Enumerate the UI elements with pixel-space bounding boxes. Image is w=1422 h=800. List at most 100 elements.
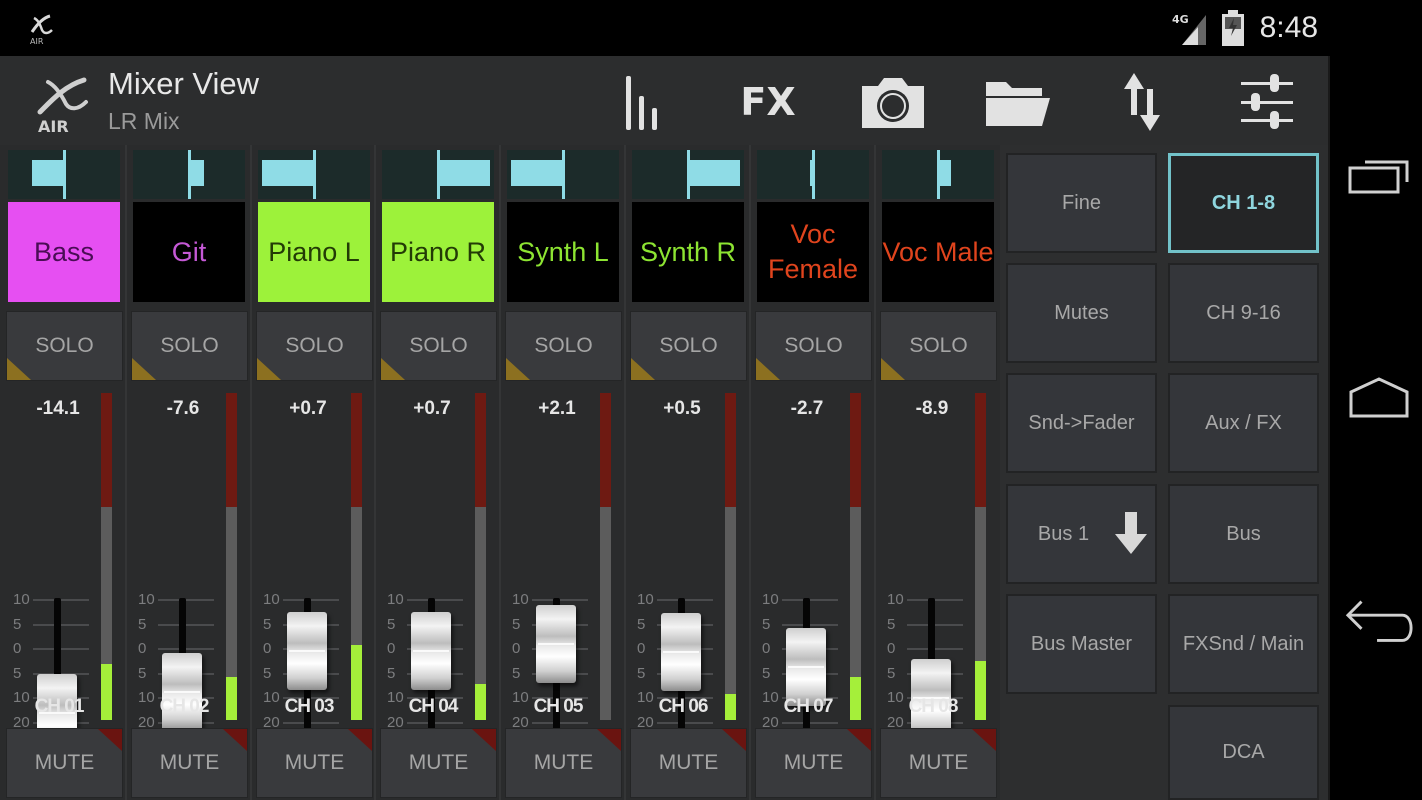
solo-button[interactable]: SOLO — [630, 311, 747, 381]
view-button-bus-1[interactable]: Bus 1 — [1006, 484, 1157, 584]
channel-strip: BassSOLO-14.11050510203050CH 01MUTE — [3, 145, 127, 800]
pan-control[interactable] — [632, 150, 744, 199]
mute-button[interactable]: MUTE — [256, 728, 373, 798]
fader-scale-label: 0 — [887, 640, 896, 658]
solo-indicator — [881, 358, 905, 380]
fx-button[interactable]: FX — [728, 64, 808, 140]
solo-button[interactable]: SOLO — [505, 311, 622, 381]
pan-control[interactable] — [507, 150, 619, 199]
mute-button[interactable]: MUTE — [880, 728, 997, 798]
view-button-fxsnd-main[interactable]: FXSnd / Main — [1168, 594, 1319, 694]
mute-button[interactable]: MUTE — [6, 728, 123, 798]
mute-button[interactable]: MUTE — [505, 728, 622, 798]
recent-apps-button[interactable] — [1344, 146, 1414, 206]
fader-knob[interactable] — [287, 611, 327, 690]
settings-button[interactable] — [1227, 64, 1307, 140]
strip-divider — [624, 145, 626, 800]
solo-button[interactable]: SOLO — [880, 311, 997, 381]
back-button[interactable] — [1344, 592, 1414, 652]
snapshots-button[interactable] — [853, 64, 933, 140]
solo-button[interactable]: SOLO — [755, 311, 872, 381]
fader-scale-label: 0 — [512, 640, 521, 658]
home-button[interactable] — [1344, 368, 1414, 428]
mute-button[interactable]: MUTE — [630, 728, 747, 798]
level-meter — [101, 393, 112, 720]
fader-knob[interactable] — [786, 628, 826, 707]
fader-scale-label: 5 — [138, 664, 147, 682]
fader-scale-tick — [33, 623, 89, 626]
view-button-bus-master[interactable]: Bus Master — [1006, 594, 1157, 694]
channel-id-label: CH 07 — [783, 696, 834, 717]
pan-control[interactable] — [882, 150, 994, 199]
solo-indicator — [381, 358, 405, 380]
fader-scale-label: 5 — [637, 615, 646, 633]
pan-center-line — [937, 150, 940, 199]
solo-label: SOLO — [285, 334, 344, 357]
channel-strip: Git SOLO -7.61050510203050CH 02MUTE — [128, 145, 252, 800]
view-button-label: Fine — [1062, 191, 1101, 214]
channel-name[interactable]: Git — [133, 202, 245, 302]
fader-knob[interactable] — [411, 611, 451, 690]
solo-button[interactable]: SOLO — [6, 311, 123, 381]
channel-name[interactable]: Synth R — [632, 202, 744, 302]
fader-scale-tick — [33, 599, 89, 601]
fader-scale-tick — [532, 599, 588, 601]
fader-scale-tick — [158, 648, 214, 651]
fader-scale-label: 10 — [263, 591, 280, 608]
view-button-dca[interactable]: DCA — [1168, 705, 1319, 800]
solo-button[interactable]: SOLO — [380, 311, 497, 381]
view-button-ch-1-8[interactable]: CH 1-8 — [1168, 153, 1319, 253]
channel-name[interactable]: Bass — [8, 202, 120, 302]
fader-section: -8.91050510203050CH 08 — [877, 388, 1001, 798]
fader-knob[interactable] — [661, 612, 701, 691]
pan-control[interactable] — [133, 150, 245, 199]
solo-button[interactable]: SOLO — [256, 311, 373, 381]
pan-control[interactable] — [757, 150, 869, 199]
mute-button[interactable]: MUTE — [131, 728, 248, 798]
sync-button[interactable] — [1102, 64, 1182, 140]
pan-indicator — [511, 160, 563, 186]
recent-apps-icon — [1348, 160, 1409, 194]
channel-name[interactable]: Piano R — [382, 202, 494, 302]
solo-button[interactable]: SOLO — [131, 311, 248, 381]
channel-name[interactable]: Synth L — [507, 202, 619, 302]
meter-level-fill — [475, 684, 486, 720]
view-button-snd-fader[interactable]: Snd->Fader — [1006, 373, 1157, 473]
level-meter — [725, 393, 736, 720]
x-air-logo[interactable]: AIR — [34, 68, 94, 134]
fader-scale-label: 5 — [887, 615, 896, 633]
fader-scale-tick — [158, 599, 214, 601]
files-button[interactable] — [978, 64, 1058, 140]
channel-name[interactable]: Piano L — [258, 202, 370, 302]
fader-scale-tick — [907, 648, 963, 651]
view-button-label: Bus — [1226, 522, 1261, 545]
view-button-aux-fx[interactable]: Aux / FX — [1168, 373, 1319, 473]
meter-level-fill — [850, 677, 861, 720]
fader-db-readout: -7.6 — [166, 398, 200, 419]
solo-label: SOLO — [160, 334, 219, 357]
view-button-ch-9-16[interactable]: CH 9-16 — [1168, 263, 1319, 363]
pan-indicator — [262, 160, 314, 186]
channel-name[interactable]: Voc Female — [757, 202, 869, 302]
mute-button[interactable]: MUTE — [755, 728, 872, 798]
fader-knob[interactable] — [536, 604, 576, 683]
meters-button[interactable] — [604, 64, 684, 140]
view-button-fine[interactable]: Fine — [1006, 153, 1157, 253]
meter-background — [600, 507, 611, 720]
level-meter — [351, 393, 362, 720]
pan-control[interactable] — [8, 150, 120, 199]
strip-divider — [874, 145, 876, 800]
view-button-bus[interactable]: Bus — [1168, 484, 1319, 584]
pan-control[interactable] — [258, 150, 370, 199]
x-air-notification-icon: AIR — [30, 14, 53, 46]
fader-knob[interactable] — [162, 652, 202, 731]
fader-section: -7.61050510203050CH 02 — [128, 388, 252, 798]
sliders-icon — [1241, 74, 1293, 129]
channel-name[interactable]: Voc Male — [882, 202, 994, 302]
mute-button[interactable]: MUTE — [380, 728, 497, 798]
pan-control[interactable] — [382, 150, 494, 199]
mute-indicator — [348, 729, 372, 751]
fader-scale-label: 5 — [387, 664, 396, 682]
view-button-mutes[interactable]: Mutes — [1006, 263, 1157, 363]
channel-strip: Synth LSOLO+2.11050510203050CH 05MUTE — [502, 145, 626, 800]
